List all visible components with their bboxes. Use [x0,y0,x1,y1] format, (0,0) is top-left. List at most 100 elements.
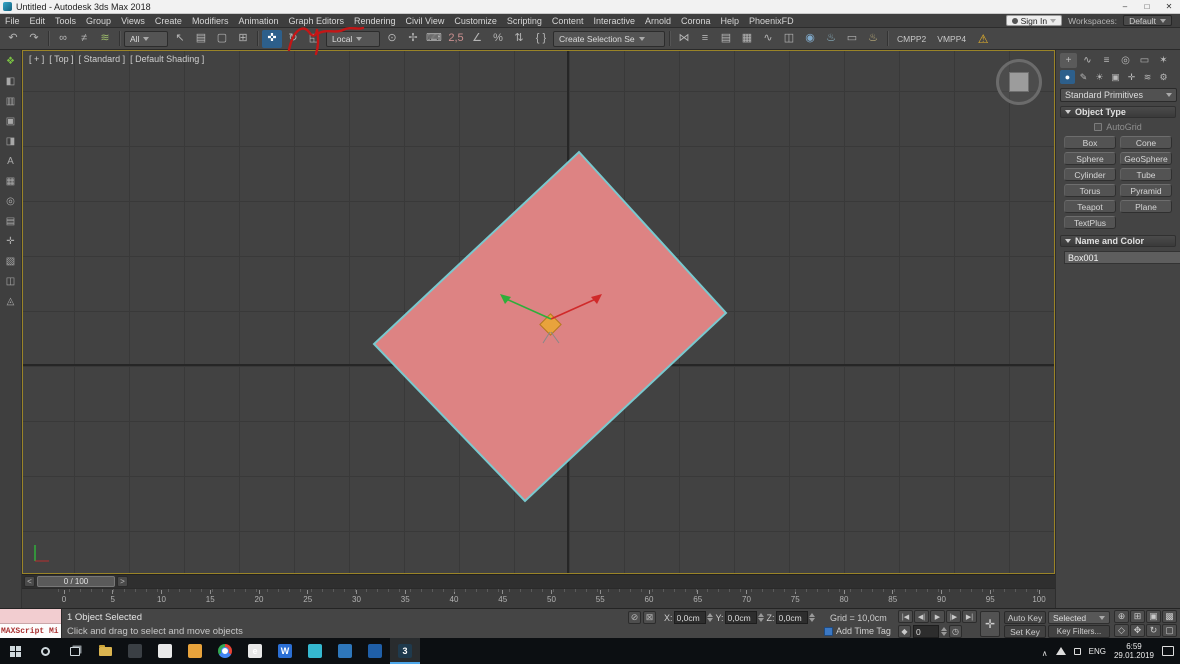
viewcube-top-face[interactable] [1009,72,1029,92]
action-center-button[interactable] [1162,646,1174,656]
go-to-start-button[interactable]: |◀ [898,610,913,623]
display-tab[interactable]: ▭ [1136,53,1153,68]
task-view-button[interactable] [60,638,90,664]
select-and-link-icon[interactable]: ∞ [53,30,73,48]
workspace-selector[interactable]: Default [1123,15,1172,26]
menu-interactive[interactable]: Interactive [588,14,640,27]
object-type-rollout[interactable]: Object Type [1060,106,1176,118]
menu-content[interactable]: Content [547,14,589,27]
curve-editor-icon[interactable]: ∿ [758,30,778,48]
cameras-category[interactable]: ▣ [1108,70,1123,84]
tray-status-button[interactable] [1073,647,1081,655]
left-toolbar-icon-9[interactable]: ▤ [3,215,19,229]
shapes-category[interactable]: ✎ [1076,70,1091,84]
edit-named-selection-sets-icon[interactable]: { } [531,30,551,48]
vmpp4-button[interactable]: VMPP4 [932,31,971,47]
render-setup-icon[interactable]: ♨ [821,30,841,48]
left-toolbar-icon-5[interactable]: ◨ [3,135,19,149]
systems-category[interactable]: ⚙ [1156,70,1171,84]
ruler-tick[interactable]: 70 [741,590,753,608]
menu-tools[interactable]: Tools [50,14,81,27]
time-slider-track[interactable]: < 0 / 100 > [22,574,1055,588]
lights-category[interactable]: ☀ [1092,70,1107,84]
set-key-button[interactable]: Set Key [1004,625,1046,638]
cmpp2-button[interactable]: CMPP2 [892,31,931,47]
spinner-icon[interactable] [757,613,764,622]
cylinder-button[interactable]: Cylinder [1064,168,1116,181]
absolute-offset-toggle[interactable]: ✛ [980,611,1000,637]
previous-frame-button[interactable]: ◀| [914,610,929,623]
coord-input[interactable] [673,611,706,624]
selection-set-dropdown[interactable]: Selected [1048,611,1110,624]
add-time-tag[interactable]: Add Time Tag [824,626,891,636]
schematic-view-icon[interactable]: ◫ [779,30,799,48]
taskbar-app-5[interactable]: e [240,638,270,664]
left-toolbar-icon-11[interactable]: ▧ [3,255,19,269]
taskbar-app-2[interactable] [150,638,180,664]
zoom-extents-icon[interactable]: ▣ [1146,610,1161,623]
taskbar-app-8[interactable] [330,638,360,664]
zoom-extents-all-icon[interactable]: ▩ [1162,610,1177,623]
menu-phoenixfd[interactable]: PhoenixFD [744,14,799,27]
frame-number-field[interactable] [913,625,939,638]
previous-frame-arrow[interactable]: < [24,576,35,587]
start-button[interactable] [0,638,30,664]
redo-icon[interactable]: ↷ [24,30,44,48]
menu-scripting[interactable]: Scripting [502,14,547,27]
search-button[interactable] [30,638,60,664]
taskbar-app-3dsmax[interactable]: 3 [390,638,420,664]
taskbar-app-9[interactable] [360,638,390,664]
select-and-move-icon[interactable]: ✜ [262,29,282,48]
menu-file[interactable]: File [0,14,25,27]
macro-recorder-row[interactable] [0,609,61,624]
ruler-tick[interactable]: 75 [789,590,801,608]
time-slider-handle[interactable]: 0 / 100 [37,576,115,587]
play-button[interactable]: ▶ [930,610,945,623]
spinner-icon[interactable] [808,613,815,622]
bind-to-spacewarp-icon[interactable]: ≋ [95,30,115,48]
cone-button[interactable]: Cone [1120,136,1172,149]
key-filters-button[interactable]: Key Filters... [1048,625,1110,638]
menu-views[interactable]: Views [116,14,150,27]
time-configuration-button[interactable]: ◷ [949,625,962,638]
file-explorer-button[interactable] [90,638,120,664]
ruler-tick[interactable]: 5 [107,590,119,608]
spacewarps-category[interactable]: ≋ [1140,70,1155,84]
render-production-icon[interactable]: ♨ [863,30,883,48]
textplus-button[interactable]: TextPlus [1064,216,1116,229]
torus-button[interactable]: Torus [1064,184,1116,197]
align-icon[interactable]: ≡ [695,30,715,48]
ruler-tick[interactable]: 10 [156,590,168,608]
ruler-tick[interactable]: 25 [302,590,314,608]
motion-tab[interactable]: ◎ [1117,53,1134,68]
warning-icon[interactable]: ⚠ [973,30,993,48]
listener-row[interactable]: MAXScript Mi [0,624,61,638]
create-tab[interactable]: + [1060,53,1077,68]
ruler-tick[interactable]: 20 [253,590,265,608]
ruler-tick[interactable]: 95 [984,590,996,608]
geosphere-button[interactable]: GeoSphere [1120,152,1172,165]
fov-icon[interactable]: ◇ [1114,624,1129,637]
ruler-tick[interactable]: 35 [399,590,411,608]
ruler-tick[interactable]: 0 [58,590,70,608]
show-hidden-icons-button[interactable]: ∧ [1042,644,1048,659]
left-toolbar-icon-7[interactable]: ▦ [3,175,19,189]
left-toolbar-icon-4[interactable]: ▣ [3,115,19,129]
spinner-icon[interactable] [941,627,947,636]
go-to-end-button[interactable]: ▶| [962,610,977,623]
undo-icon[interactable]: ↶ [3,30,23,48]
ruler-tick[interactable]: 100 [1032,590,1046,608]
ruler-tick[interactable]: 90 [936,590,948,608]
select-and-scale-icon[interactable]: ◱ [304,30,324,48]
left-toolbar-icon-6[interactable]: A [3,155,19,169]
modify-tab[interactable]: ∿ [1079,53,1096,68]
viewport-pov-menu[interactable]: [ Top ] [49,54,73,64]
maximize-viewport-icon[interactable]: ▢ [1162,624,1177,637]
menu-civil-view[interactable]: Civil View [401,14,450,27]
next-frame-button[interactable]: |▶ [946,610,961,623]
viewcube[interactable] [996,59,1042,105]
sphere-button[interactable]: Sphere [1064,152,1116,165]
ruler-tick[interactable]: 15 [204,590,216,608]
material-editor-icon[interactable]: ◉ [800,30,820,48]
sign-in-button[interactable]: Sign In [1005,15,1063,26]
